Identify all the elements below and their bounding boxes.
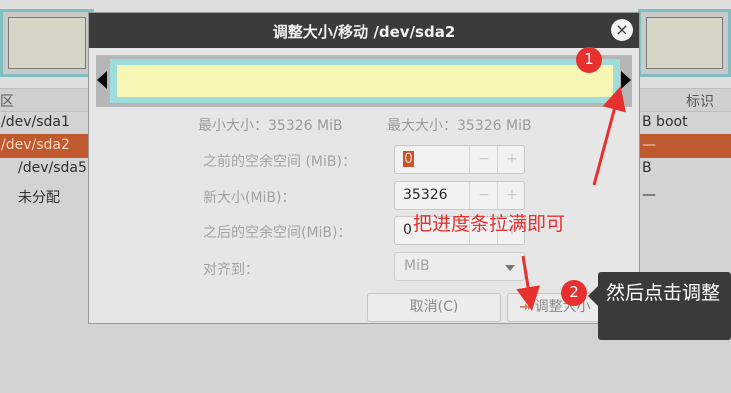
arrow-to-slider-handle — [592, 86, 626, 186]
annotation-arrows — [516, 86, 626, 311]
arrow-to-resize-button — [516, 255, 540, 311]
